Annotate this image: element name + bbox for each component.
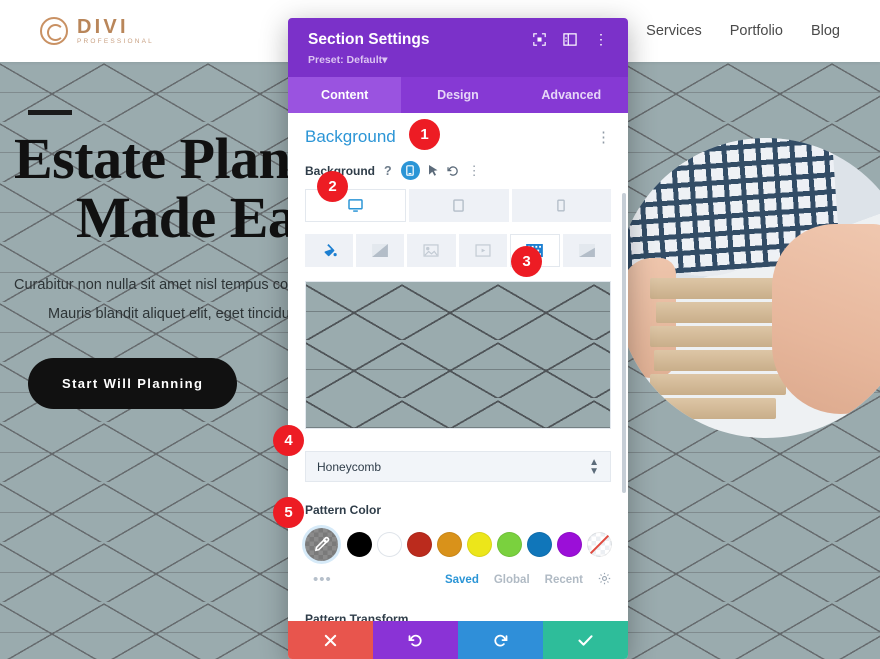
background-type-tabs[interactable] [305,234,612,267]
color-fill-tab[interactable] [305,234,354,267]
site-logo[interactable]: DIVI PROFESSIONAL [40,17,154,46]
swatch-blue[interactable] [527,532,552,557]
tab-advanced[interactable]: Advanced [515,77,628,113]
modal-tabs[interactable]: Content Design Advanced [288,77,628,113]
redo-button[interactable] [458,621,543,659]
brand-name: DIVI [77,15,129,38]
kebab-menu-icon[interactable]: ⋮ [594,32,608,47]
undo-button[interactable] [373,621,458,659]
gear-icon[interactable] [598,572,611,588]
save-button[interactable] [543,621,628,659]
expand-icon[interactable] [533,33,546,46]
swatch-black[interactable] [347,532,372,557]
cursor-icon[interactable] [428,164,438,177]
tab-design[interactable]: Design [401,77,514,113]
swatch-orange[interactable] [437,532,462,557]
swatch-source-tabs[interactable]: Saved Global Recent [445,572,611,588]
modal-header: Section Settings Preset: Default▾ ⋮ [288,18,628,77]
step-badge-3: 3 [511,246,542,277]
background-section-title[interactable]: Background [305,127,396,147]
mask-tab[interactable] [562,234,612,267]
eyedropper-icon[interactable] [305,528,338,561]
step-badge-4: 4 [273,425,304,456]
nav-item-services[interactable]: Services [646,23,702,39]
video-tab[interactable] [458,234,507,267]
swatch-tab-global[interactable]: Global [494,574,530,586]
hero-copy-line1: Curabitur non nulla sit amet nisl tempus… [14,277,304,294]
step-badge-5: 5 [273,497,304,528]
swatch-purple[interactable] [557,532,582,557]
modal-title: Section Settings [308,31,430,48]
more-colors-button[interactable]: ••• [305,572,332,586]
pattern-color-swatches[interactable] [305,528,612,561]
pattern-transform-label: Pattern Transform [305,612,409,621]
phone-tab[interactable] [511,189,611,222]
pattern-select[interactable]: Honeycomb ▲ ▼ [305,451,611,482]
hero-title-line1: Estate Plan [14,126,291,191]
pattern-preview [305,281,611,429]
swatch-transparent[interactable] [587,532,612,557]
scrollbar[interactable] [622,193,626,493]
device-tabs[interactable] [305,189,611,222]
image-tab[interactable] [407,234,456,267]
layout-icon[interactable] [563,33,577,46]
modal-footer[interactable] [288,621,628,659]
cancel-button[interactable] [288,621,373,659]
pattern-color-label: Pattern Color [305,503,382,517]
divi-logo-icon [40,17,68,45]
start-will-planning-button[interactable]: Start Will Planning [28,357,238,409]
nav-item-blog[interactable]: Blog [811,23,840,39]
gradient-tab[interactable] [356,234,405,267]
tablet-tab[interactable] [409,189,509,222]
kebab-menu-icon[interactable]: ⋮ [468,164,481,177]
chevron-down-icon: ▲ ▼ [589,456,599,477]
section-settings-modal: Section Settings Preset: Default▾ ⋮ Cont… [288,18,628,659]
swatch-tab-recent[interactable]: Recent [545,574,583,586]
help-icon[interactable]: ? [384,164,392,178]
brand-subtitle: PROFESSIONAL [77,37,154,45]
background-field-row: Background ? ⋮ [305,161,611,180]
pattern-select-value: Honeycomb [317,459,382,474]
swatch-green[interactable] [497,532,522,557]
swatch-yellow[interactable] [467,532,492,557]
preset-selector[interactable]: Preset: Default▾ [308,54,429,66]
reset-icon[interactable] [447,165,459,177]
tab-content[interactable]: Content [288,77,402,113]
chevron-down-icon: ▾ [382,54,388,66]
hero-accent-rule [28,110,72,115]
swatch-tab-saved[interactable]: Saved [445,574,479,586]
step-badge-1: 1 [409,119,440,150]
swatch-white[interactable] [377,532,402,557]
responsive-device-icon[interactable] [400,161,420,180]
nav-item-portfolio[interactable]: Portfolio [730,23,783,39]
kebab-menu-icon[interactable]: ⋮ [596,130,611,145]
swatch-dark-red[interactable] [407,532,432,557]
step-badge-2: 2 [317,171,348,202]
